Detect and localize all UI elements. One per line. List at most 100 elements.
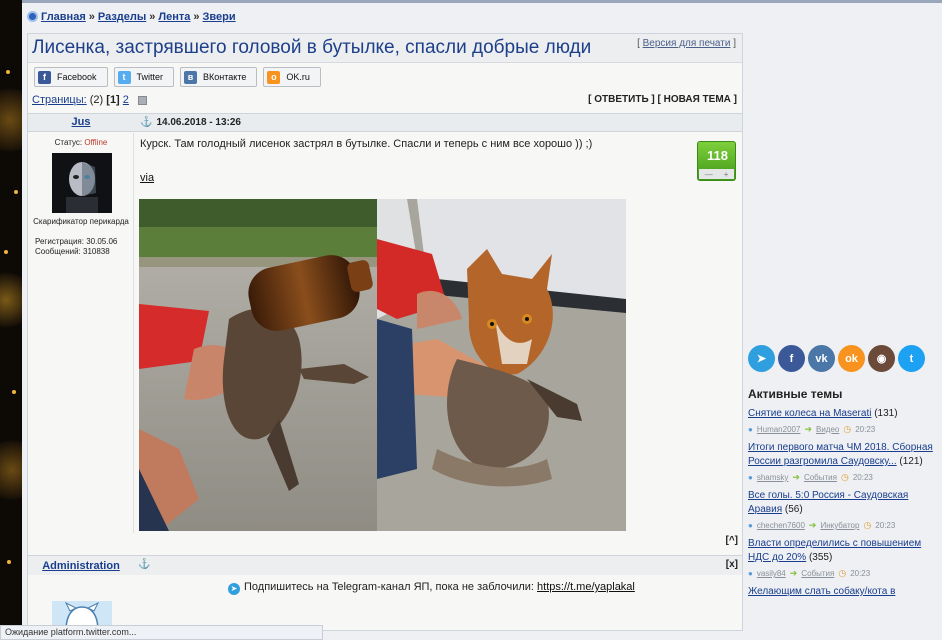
fox-bottle-photo: [139, 199, 377, 531]
arrow-icon: ➔: [789, 568, 798, 578]
share-ok-button[interactable]: о OK.ru: [263, 67, 321, 87]
telegram-icon[interactable]: ➤: [748, 345, 775, 372]
topic-count: (56): [784, 504, 803, 515]
facebook-icon: f: [38, 70, 51, 84]
twitter-icon[interactable]: t: [898, 345, 925, 372]
share-label: ВКонтакте: [203, 72, 247, 82]
post-body: Курск. Там голодный лисенок застрял в бу…: [140, 138, 700, 184]
topic-title-row: Власти определились с повышением НДС до …: [748, 537, 942, 565]
topic-time: 20:23: [855, 425, 876, 434]
telegram-line: ➤ Подпишитесь на Telegram-канал ЯП, пока …: [228, 581, 635, 595]
topic-section[interactable]: События: [804, 473, 837, 482]
light-dot: [12, 390, 16, 394]
topic-section[interactable]: События: [801, 569, 834, 578]
admin-author-name[interactable]: Administration: [28, 560, 134, 572]
anchor-icon[interactable]: ⚓: [140, 117, 152, 128]
social-icons: ➤ f vk ok ◉ t: [748, 345, 942, 372]
author-messages: Сообщений: 310838: [35, 247, 110, 256]
share-facebook-button[interactable]: f Facebook: [34, 67, 108, 87]
breadcrumb-sections[interactable]: Разделы: [98, 11, 146, 23]
active-topic: Снятие колеса на Maserati (131) ● Human200…: [748, 407, 942, 435]
topic-link[interactable]: Все голы. 5:0 Россия - Саудовская Аравия: [748, 490, 908, 515]
active-topics-title: Активные темы: [748, 387, 843, 401]
facebook-icon[interactable]: f: [778, 345, 805, 372]
rating-controls: — +: [699, 169, 734, 179]
post-date-row: ⚓ 14.06.2018 - 13:26: [140, 117, 241, 128]
vote-down-button[interactable]: —: [705, 170, 713, 179]
telegram-link[interactable]: https://t.me/yaplakal: [537, 581, 635, 593]
vk-icon[interactable]: vk: [808, 345, 835, 372]
post-header: Jus ⚓ 14.06.2018 - 13:26: [28, 113, 742, 132]
post-photo-left[interactable]: [139, 199, 377, 531]
topic-link[interactable]: Снятие колеса на Maserati: [748, 408, 871, 419]
active-topics-list: Снятие колеса на Maserati (131) ● Human200…: [748, 407, 942, 599]
active-topic: Все голы. 5:0 Россия - Саудовская Аравия…: [748, 489, 942, 531]
topic-title-row: Итоги первого матча ЧМ 2018. Сборная Рос…: [748, 441, 942, 469]
arrow-icon: ➔: [804, 424, 812, 434]
rating-value: 118: [707, 148, 728, 163]
page-2-link[interactable]: 2: [123, 94, 129, 106]
topic-meta: ● chechen7600 ➔ Инкубатор ◷ 20:23: [748, 520, 942, 531]
topic-time: 20:23: [850, 569, 871, 578]
breadcrumb-category[interactable]: Звери: [203, 11, 236, 23]
clock-icon: ◷: [838, 568, 847, 578]
topic-title-row: Все голы. 5:0 Россия - Саудовская Аравия…: [748, 489, 942, 517]
ok-icon[interactable]: ok: [838, 345, 865, 372]
topic-user[interactable]: chechen7600: [757, 521, 805, 530]
topic-section[interactable]: Видео: [816, 425, 839, 434]
scroll-up-button[interactable]: [^]: [726, 535, 739, 546]
author-meta: Регистрация: 30.05.06 Сообщений: 310838: [35, 237, 117, 257]
share-label: Twitter: [136, 72, 164, 82]
via-link[interactable]: via: [140, 172, 154, 184]
anchor-icon[interactable]: ⚓: [138, 559, 150, 570]
telegram-text: Подпишитесь на Telegram-канал ЯП, пока н…: [244, 581, 534, 593]
light-dot: [7, 560, 11, 564]
pages-label[interactable]: Страницы:: [32, 94, 87, 106]
light-dot: [4, 250, 8, 254]
page-title: Лисенка, застрявшего головой в бутылке, …: [32, 37, 592, 58]
clock-icon: ◷: [843, 424, 852, 434]
topic-section[interactable]: Инкубатор: [820, 521, 859, 530]
breadcrumb-home[interactable]: Главная: [41, 11, 86, 23]
share-twitter-button[interactable]: t Twitter: [113, 67, 175, 87]
post2-header: Administration ⚓ [x]: [28, 555, 742, 575]
post-text: Курск. Там голодный лисенок застрял в бу…: [140, 138, 593, 150]
home-icon[interactable]: [27, 11, 38, 22]
clock-icon: ◷: [863, 520, 872, 530]
topic-user[interactable]: shamsky: [757, 473, 789, 482]
user-icon: ●: [748, 473, 753, 482]
light-dot: [14, 190, 18, 194]
pagination-row: Страницы: (2) [1] 2 [ ОТВЕТИТЬ ] [ НОВАЯ…: [28, 92, 742, 111]
instagram-icon[interactable]: ◉: [868, 345, 895, 372]
print-version-link[interactable]: Версия для печати: [643, 38, 731, 49]
title-row: Лисенка, застрявшего головой в бутылке, …: [28, 34, 742, 63]
browser-status-bar: Ожидание platform.twitter.com...: [0, 625, 323, 640]
topic-link[interactable]: Желающим слать собаку/кота в: [748, 586, 895, 597]
vote-up-button[interactable]: +: [724, 170, 729, 179]
topic-user[interactable]: Human2007: [757, 425, 801, 434]
pages-menu-icon[interactable]: [138, 96, 147, 105]
post-photo-right[interactable]: [377, 199, 626, 531]
author-status: Статус: Offline: [28, 138, 134, 147]
reply-links[interactable]: [ ОТВЕТИТЬ ] [ НОВАЯ ТЕМА ]: [588, 94, 737, 105]
topic-title-row: Снятие колеса на Maserati (131): [748, 407, 942, 421]
light-dot: [6, 70, 10, 74]
twitter-icon: t: [117, 70, 131, 84]
breadcrumb: Главная» Разделы» Лента» Звери: [27, 11, 236, 23]
breadcrumb-feed[interactable]: Лента: [158, 11, 190, 23]
topic-user[interactable]: vasily84: [757, 569, 786, 578]
topic-count: (131): [874, 408, 898, 419]
status-label: Статус:: [54, 138, 83, 147]
topic-link[interactable]: Власти определились с повышением НДС до …: [748, 538, 921, 563]
author-name[interactable]: Jus: [28, 116, 134, 128]
topic-meta: ● shamsky ➔ События ◷ 20:23: [748, 472, 942, 483]
vk-icon: в: [184, 70, 198, 84]
share-vk-button[interactable]: в ВКонтакте: [180, 67, 258, 87]
share-label: OK.ru: [286, 72, 310, 82]
avatar[interactable]: [52, 153, 112, 213]
pages-count: (2): [89, 94, 104, 106]
current-page: [1]: [106, 94, 120, 106]
arrow-icon: ➔: [808, 520, 817, 530]
close-button[interactable]: [x]: [726, 559, 738, 570]
author-registration: Регистрация: 30.05.06: [35, 237, 118, 246]
